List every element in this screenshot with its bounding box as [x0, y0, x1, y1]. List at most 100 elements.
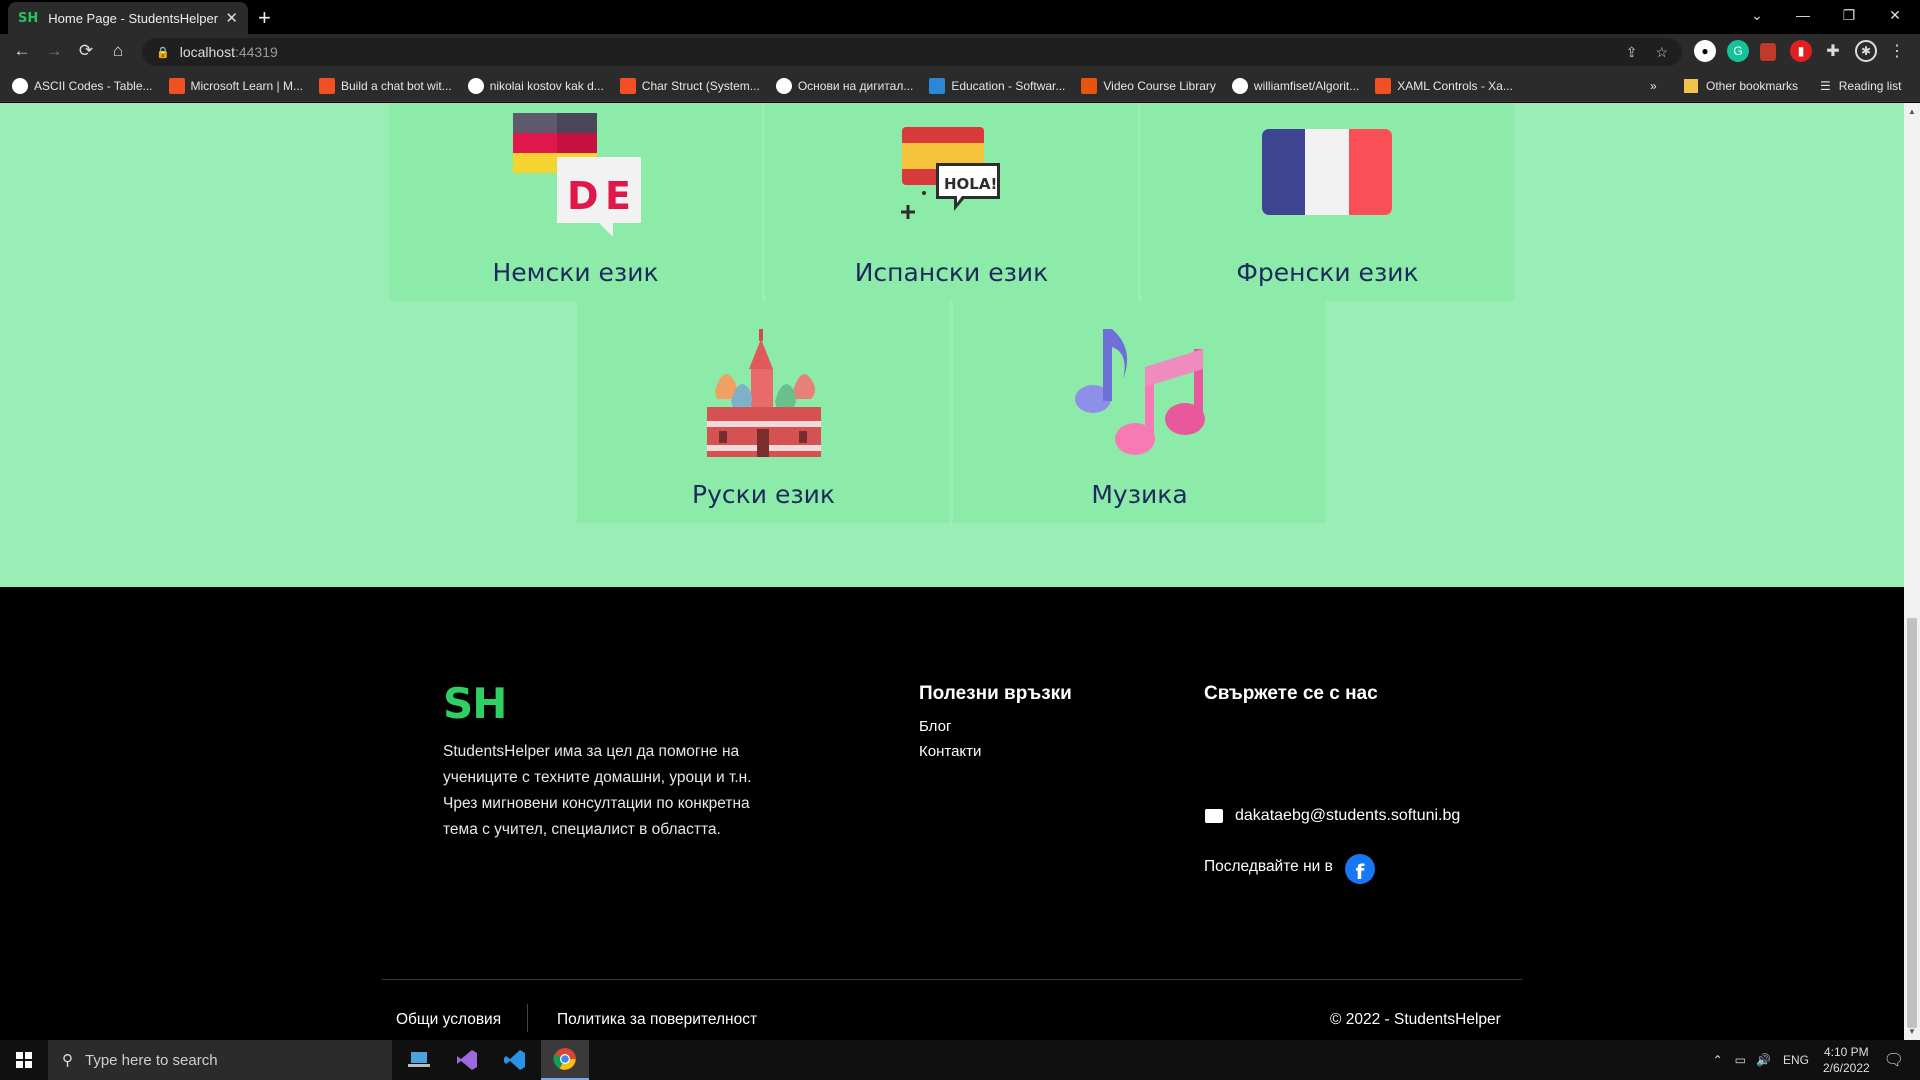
- back-icon[interactable]: ←: [10, 41, 34, 61]
- reading-list-button[interactable]: ☰ Reading list: [1820, 70, 1901, 102]
- extensions-puzzle-icon[interactable]: ✚: [1822, 40, 1844, 62]
- volume-icon[interactable]: 🔊: [1756, 1053, 1771, 1067]
- bookmark-favicon-icon: [12, 77, 28, 94]
- taskbar-search[interactable]: ⚲ Type here to search: [48, 1040, 392, 1080]
- bookmark-item[interactable]: Char Struct (System...: [619, 77, 760, 94]
- email-address: dakataebg@students.softuni.bg: [1235, 807, 1461, 824]
- svg-text:HOLA!: HOLA!: [944, 175, 997, 193]
- bookmark-label: Основи на дигитал...: [797, 78, 914, 93]
- link-blog[interactable]: Блог: [919, 718, 951, 735]
- bookmark-item[interactable]: Education - Softwar...: [929, 77, 1066, 94]
- bookmark-favicon-icon: [775, 77, 792, 94]
- taskbar-app-vscode[interactable]: [491, 1040, 539, 1080]
- laptop-app-icon: [408, 1052, 430, 1067]
- home-icon[interactable]: ⌂: [106, 41, 130, 61]
- footer-logo[interactable]: SH: [443, 679, 507, 728]
- bookmark-favicon-icon: [619, 77, 636, 94]
- music-notes-icon: [1075, 329, 1205, 455]
- minimize-button[interactable]: —: [1780, 7, 1826, 23]
- share-icon[interactable]: ⇪: [1626, 44, 1638, 61]
- folder-icon: [1684, 79, 1698, 93]
- tab-favicon: SH: [18, 10, 39, 26]
- network-icon[interactable]: ▭: [1735, 1053, 1746, 1067]
- terms-link[interactable]: Общи условия: [396, 1011, 501, 1029]
- privacy-link[interactable]: Политика за поверителност: [557, 1011, 757, 1029]
- bookmarks-more-button[interactable]: »: [1650, 70, 1657, 102]
- clock-time: 4:10 PM: [1823, 1045, 1869, 1059]
- copyright-text: © 2022 - StudentsHelper: [1330, 1011, 1501, 1028]
- clock[interactable]: 4:10 PM 2/6/2022: [1823, 1044, 1870, 1076]
- tray-overflow-icon[interactable]: ⌃: [1713, 1053, 1723, 1067]
- browser-menu-icon[interactable]: ⋮: [1886, 40, 1908, 62]
- tab-close-icon[interactable]: ✕: [225, 9, 238, 27]
- subject-card-spanish[interactable]: HOLA! Испански език: [765, 103, 1138, 301]
- lock-icon[interactable]: 🔒: [156, 46, 170, 59]
- language-indicator[interactable]: ENG: [1783, 1053, 1809, 1067]
- reading-list-icon: ☰: [1820, 79, 1831, 93]
- page-scrollbar[interactable]: ▲ ▼: [1904, 103, 1920, 1040]
- bookmark-favicon-icon: [467, 77, 484, 94]
- address-bar-row: ← → ⟳ ⌂ 🔒 localhost:44319 ⇪ ☆: [0, 34, 1920, 70]
- subject-card-german[interactable]: D E Немски език: [389, 103, 762, 301]
- bookmark-label: Video Course Library: [1103, 78, 1216, 93]
- bookmark-favicon-icon: [318, 77, 335, 94]
- bookmark-item[interactable]: XAML Controls - Xa...: [1375, 77, 1513, 94]
- bookmark-item[interactable]: Microsoft Learn | M...: [168, 77, 303, 94]
- link-contacts[interactable]: Контакти: [919, 743, 981, 760]
- subjects-section: D E Немски език HOLA! Испански език Френ…: [0, 103, 1904, 587]
- bookmark-label: nikolai kostov kak d...: [489, 78, 604, 93]
- bookmark-favicon-icon: [168, 77, 185, 94]
- taskbar-app-devices[interactable]: [395, 1040, 443, 1080]
- bookmark-favicon-icon: [1375, 77, 1392, 94]
- useful-links-title: Полезни връзки: [919, 683, 1072, 704]
- windows-taskbar: ⚲ Type here to search ⌃ ▭ 🔊 ENG 4:10 PM …: [0, 1040, 1920, 1080]
- other-bookmarks-folder[interactable]: Other bookmarks: [1684, 70, 1798, 102]
- tab-home-page[interactable]: SH Home Page - StudentsHelper ✕: [8, 2, 248, 34]
- new-tab-button[interactable]: +: [258, 5, 271, 31]
- russia-cathedral-icon: [707, 329, 821, 457]
- bookmark-item[interactable]: Build a chat bot wit...: [318, 77, 452, 94]
- account-avatar-icon[interactable]: ✱: [1855, 40, 1877, 62]
- taskbar-app-visual-studio[interactable]: [443, 1040, 491, 1080]
- bookmark-item[interactable]: Video Course Library: [1081, 77, 1216, 94]
- grammarly-icon[interactable]: G: [1727, 40, 1749, 62]
- subject-card-french[interactable]: Френски език: [1141, 103, 1514, 301]
- bookmark-item[interactable]: ASCII Codes - Table...: [12, 77, 153, 94]
- url-bar[interactable]: 🔒 localhost:44319 ⇪ ☆: [142, 38, 1682, 66]
- subject-card-russian[interactable]: Руски език: [577, 301, 950, 523]
- profile-extension-icon[interactable]: ●: [1694, 40, 1716, 62]
- scrollbar-thumb[interactable]: [1907, 618, 1917, 1028]
- pdf-extension-icon[interactable]: [1760, 43, 1776, 61]
- tab-strip: SH Home Page - StudentsHelper ✕ + ⌄ — ❐ …: [0, 0, 1920, 34]
- window-controls: ⌄: [1734, 0, 1780, 30]
- footer-divider: [382, 979, 1522, 980]
- contact-email[interactable]: dakataebg@students.softuni.bg: [1205, 807, 1460, 825]
- reload-icon[interactable]: ⟳: [74, 41, 98, 61]
- reading-list-label: Reading list: [1838, 79, 1902, 93]
- bookmark-favicon-icon: [1231, 77, 1248, 94]
- contact-title: Свържете се с нас: [1204, 683, 1378, 704]
- record-extension-icon[interactable]: ▮: [1790, 40, 1812, 62]
- facebook-icon[interactable]: f: [1345, 854, 1375, 884]
- start-button[interactable]: [0, 1040, 48, 1080]
- bookmark-item[interactable]: williamfiset/Algorit...: [1231, 77, 1359, 94]
- forward-icon[interactable]: →: [42, 41, 66, 61]
- bookmark-label: XAML Controls - Xa...: [1397, 78, 1513, 93]
- bookmark-label: ASCII Codes - Table...: [34, 78, 153, 93]
- bookmark-label: Education - Softwar...: [951, 78, 1066, 93]
- tab-search-icon[interactable]: ⌄: [1734, 7, 1780, 24]
- france-flag-icon: [1262, 129, 1392, 215]
- taskbar-app-chrome[interactable]: [541, 1040, 589, 1080]
- scroll-up-icon[interactable]: ▲: [1908, 107, 1916, 116]
- close-window-button[interactable]: ✕: [1872, 7, 1918, 24]
- windows-logo-icon: [16, 1052, 32, 1068]
- scroll-down-icon[interactable]: ▼: [1908, 1027, 1916, 1036]
- bookmark-favicon-icon: [1081, 77, 1098, 94]
- bookmark-item[interactable]: nikolai kostov kak d...: [467, 77, 604, 94]
- bookmark-star-icon[interactable]: ☆: [1655, 44, 1668, 61]
- restore-button[interactable]: ❐: [1826, 7, 1872, 24]
- subject-card-music[interactable]: Музика: [953, 301, 1326, 523]
- system-tray: ⌃ ▭ 🔊 ENG 4:10 PM 2/6/2022 🗨: [1713, 1040, 1920, 1080]
- notifications-icon[interactable]: 🗨: [1884, 1050, 1904, 1070]
- bookmark-item[interactable]: Основи на дигитал...: [775, 77, 914, 94]
